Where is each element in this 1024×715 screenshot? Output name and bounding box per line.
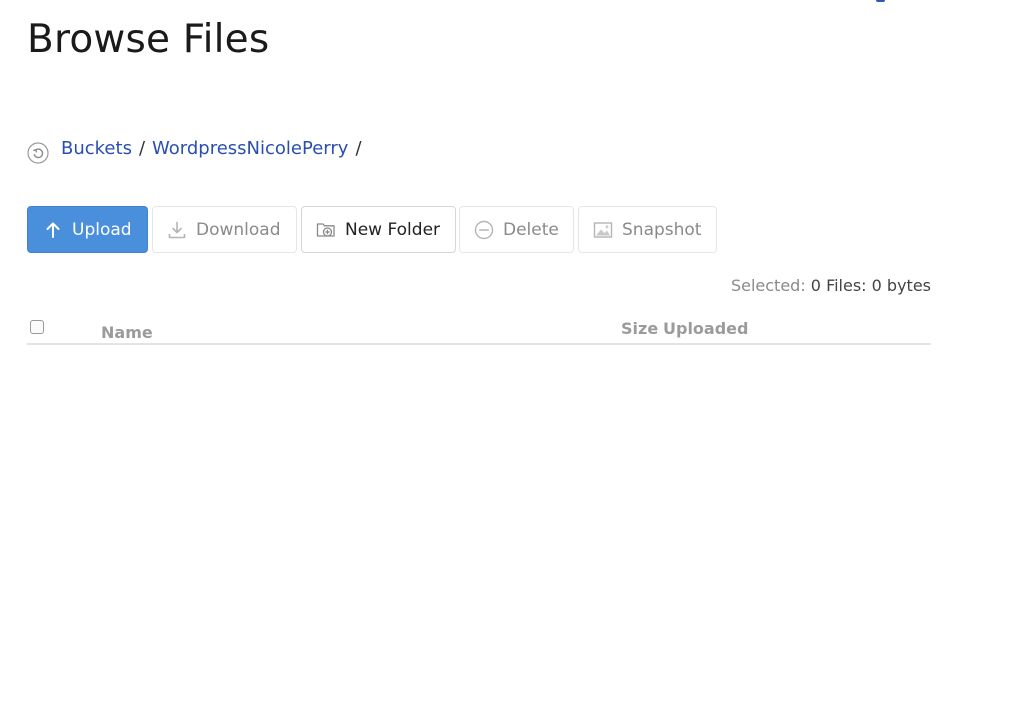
selection-label: Selected:	[730, 276, 806, 295]
back-icon[interactable]	[27, 142, 49, 164]
folder-plus-icon	[316, 220, 336, 240]
snapshot-button[interactable]: Snapshot	[578, 206, 717, 253]
new-folder-button[interactable]: New Folder	[301, 206, 456, 253]
select-all-checkbox[interactable]	[30, 320, 44, 334]
file-table-header: Name Size Uploaded	[27, 316, 931, 345]
breadcrumb: Buckets / WordpressNicolePerry /	[27, 134, 369, 164]
arrow-up-icon	[43, 220, 63, 240]
upload-button-label: Upload	[72, 219, 132, 240]
column-header-size[interactable]: Size	[621, 319, 658, 338]
download-icon	[167, 220, 187, 240]
selection-value: 0 Files: 0 bytes	[810, 276, 931, 295]
download-button[interactable]: Download	[152, 206, 297, 253]
upload-button[interactable]: Upload	[27, 206, 148, 253]
snapshot-button-label: Snapshot	[622, 219, 702, 240]
breadcrumb-separator: /	[138, 137, 146, 159]
column-header-name[interactable]: Name	[101, 323, 153, 342]
browse-files-page: Browse Files Buckets / WordpressNicolePe…	[0, 0, 1024, 715]
top-nav-link-fragment[interactable]	[876, 0, 885, 2]
new-folder-button-label: New Folder	[345, 219, 441, 240]
breadcrumb-bucket-name[interactable]: WordpressNicolePerry	[152, 138, 348, 159]
minus-circle-icon	[474, 220, 494, 240]
image-icon	[593, 220, 613, 240]
delete-button-label: Delete	[503, 219, 559, 240]
page-title: Browse Files	[27, 17, 270, 62]
selection-summary: Selected: 0 Files: 0 bytes	[731, 276, 931, 295]
breadcrumb-separator: /	[355, 137, 362, 159]
column-header-uploaded[interactable]: Uploaded	[663, 319, 748, 338]
delete-button[interactable]: Delete	[459, 206, 574, 253]
download-button-label: Download	[196, 219, 281, 240]
breadcrumb-buckets[interactable]: Buckets	[61, 138, 132, 159]
